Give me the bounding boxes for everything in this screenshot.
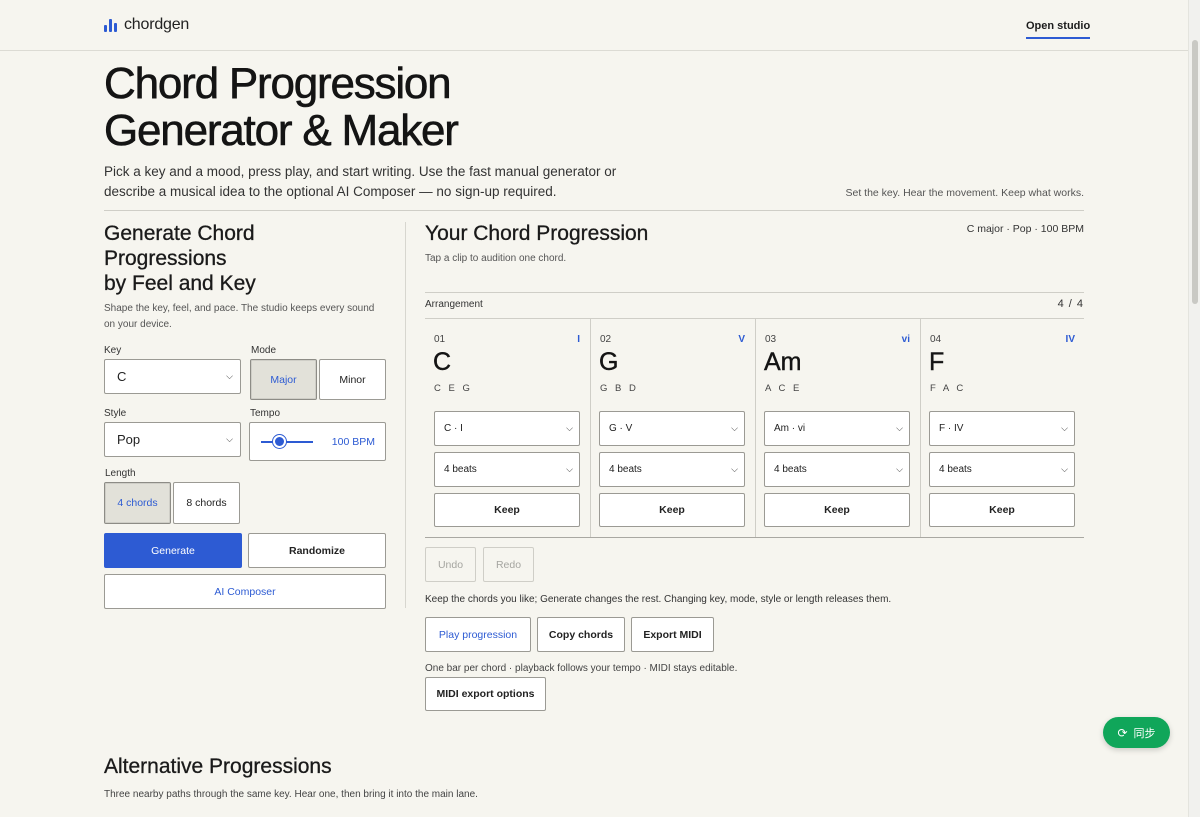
undo-button[interactable]: Undo [425,547,476,582]
chord-name: C [433,348,452,376]
key-label: Key [104,345,122,356]
page-title-line-1: Chord Progression [104,59,452,108]
key-select[interactable]: C ⌵ [104,359,241,394]
column-divider [405,222,406,608]
chevron-down-icon: ⌵ [566,464,573,474]
sync-icon: ⟳ [1117,725,1128,740]
open-studio-link[interactable]: Open studio [1026,20,1091,39]
generate-button[interactable]: Generate [104,533,242,568]
chord-roman: V [738,334,745,345]
mode-major-button[interactable]: Major [250,359,317,400]
alternatives-title: Alternative Progressions [104,755,332,778]
page-title-line-2: Generator & Maker [104,106,460,155]
play-progression-button[interactable]: Play progression [425,617,531,652]
chord-notes: F A C [930,383,966,394]
top-bar: chordgen Open studio [0,0,1188,51]
tempo-slider-thumb[interactable] [272,435,286,448]
chevron-down-icon: ⌵ [1061,464,1068,474]
chord-select[interactable]: G · V ⌵ [599,411,745,446]
chord-notes: G B D [600,383,639,394]
sync-button[interactable]: ⟳ 同步 [1103,717,1170,748]
alternatives-subtitle: Three nearby paths through the same key.… [104,789,478,800]
chord-name: G [599,348,619,376]
page-scrollbar[interactable] [1188,0,1200,817]
page-title: Chord Progression Generator & Maker [104,59,624,155]
ai-composer-button[interactable]: AI Composer [104,574,386,609]
intro-text: Pick a key and a mood, press play, and s… [104,164,617,199]
chord-name: F [929,348,945,376]
chevron-down-icon: ⌵ [731,423,738,433]
chevron-down-icon: ⌵ [566,423,573,433]
chord-roman: I [577,334,580,345]
length-4-chords-button[interactable]: 4 chords [104,482,171,524]
beats-select[interactable]: 4 beats ⌵ [764,452,910,487]
logo-text: chordgen [124,16,190,33]
keep-button[interactable]: Keep [434,493,580,527]
beats-select[interactable]: 4 beats ⌵ [434,452,580,487]
beats-select[interactable]: 4 beats ⌵ [929,452,1075,487]
chevron-down-icon: ⌵ [226,371,233,381]
randomize-button[interactable]: Randomize [248,533,386,568]
arrangement-label: Arrangement [425,299,483,310]
chord-roman: vi [901,334,910,345]
scrollbar-thumb[interactable] [1192,40,1198,304]
progression-title: Your Chord Progression [425,222,649,245]
sync-label: 同步 [1133,726,1156,740]
playback-note: One bar per chord · playback follows you… [425,663,738,674]
chevron-down-icon: ⌵ [226,434,233,444]
keep-help-text: Keep the chords you like; Generate chang… [425,594,892,605]
tempo-control: 100 BPM [249,422,386,461]
progression-subtitle: Tap a clip to audition one chord. [425,253,567,264]
chord-select[interactable]: F · IV ⌵ [929,411,1075,446]
tempo-label: Tempo [250,408,281,419]
chevron-down-icon: ⌵ [896,464,903,474]
divider [104,210,1084,211]
export-midi-button[interactable]: Export MIDI [631,617,714,652]
mode-minor-button[interactable]: Minor [319,359,386,400]
tagline: Set the key. Hear the movement. Keep wha… [845,187,1084,199]
chord-name: Am [764,348,802,376]
logo[interactable]: chordgen [104,16,189,34]
chord-select[interactable]: Am · vi ⌵ [764,411,910,446]
keep-button[interactable]: Keep [764,493,910,527]
generator-subtitle: Shape the key, feel, and pace. The studi… [104,303,375,330]
length-8-chords-button[interactable]: 8 chords [173,482,240,524]
chord-roman: IV [1065,334,1075,345]
beats-select[interactable]: 4 beats ⌵ [599,452,745,487]
style-select[interactable]: Pop ⌵ [104,422,241,457]
divider [425,537,1084,538]
chevron-down-icon: ⌵ [1061,423,1068,433]
style-label: Style [104,408,127,419]
tempo-slider-track[interactable] [261,441,313,443]
tempo-value: 100 BPM [331,436,375,448]
copy-chords-button[interactable]: Copy chords [537,617,625,652]
divider [425,292,1084,293]
length-label: Length [105,468,136,479]
mode-label: Mode [251,345,277,356]
redo-button[interactable]: Redo [483,547,534,582]
chord-select[interactable]: C · I ⌵ [434,411,580,446]
midi-export-options-button[interactable]: MIDI export options [425,677,546,711]
progression-meta: C major · Pop · 100 BPM [966,223,1084,235]
arrangement-count: 4 / 4 [1057,298,1084,310]
chevron-down-icon: ⌵ [896,423,903,433]
keep-button[interactable]: Keep [929,493,1075,527]
logo-bars-icon [104,18,117,32]
keep-button[interactable]: Keep [599,493,745,527]
chord-notes: A C E [765,383,802,394]
chevron-down-icon: ⌵ [731,464,738,474]
chord-notes: C E G [434,383,473,394]
generator-title: Generate Chord Progressions by Feel and … [104,222,256,295]
